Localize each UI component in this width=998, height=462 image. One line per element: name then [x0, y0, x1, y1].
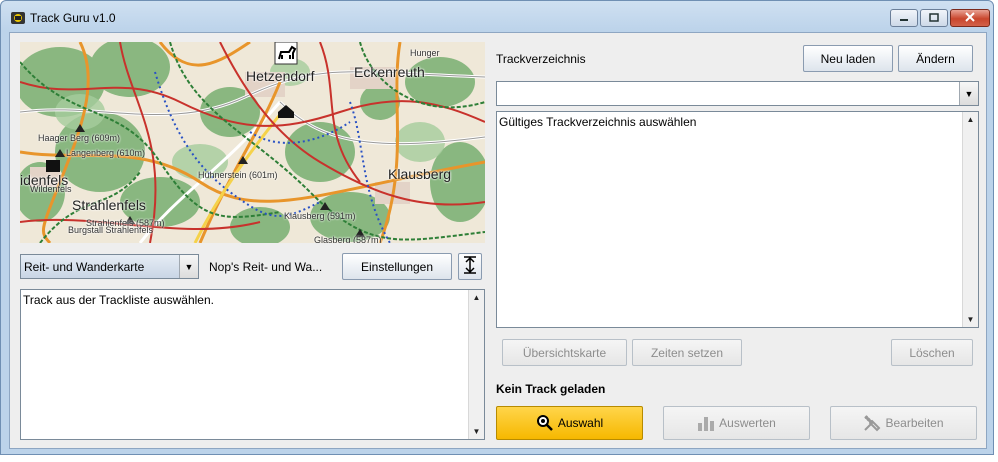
map-label-eckenreuth: Eckenreuth	[354, 64, 425, 80]
set-times-button[interactable]: Zeiten setzen	[632, 339, 742, 366]
overview-map-button[interactable]: Übersichtskarte	[502, 339, 627, 366]
delete-button[interactable]: Löschen	[891, 339, 973, 366]
map-label-haager-berg: Haager Berg (609m)	[38, 133, 121, 143]
track-list-message: Gültiges Trackverzeichnis auswählen	[499, 115, 697, 129]
track-list[interactable]: Gültiges Trackverzeichnis auswählen ▲ ▼	[496, 111, 979, 328]
minimize-button[interactable]	[890, 9, 918, 27]
map-view[interactable]: Hetzendorf Eckenreuth Hunger Haager Berg…	[20, 42, 485, 243]
map-label-langenberg: Langenberg (610m)	[66, 148, 146, 158]
map-type-value: Reit- und Wanderkarte	[24, 260, 145, 274]
map-label-klausberg: Klausberg	[388, 166, 452, 182]
edit-button-label: Bearbeiten	[885, 416, 944, 430]
resize-vertical-icon	[463, 256, 477, 277]
scroll-up-icon[interactable]: ▲	[963, 112, 978, 127]
map-label-huehnerstein: Hühnerstein (601m)	[198, 170, 278, 180]
app-icon	[10, 10, 26, 26]
map-label-klausberg-peak: Klausberg (591m)	[284, 211, 356, 221]
evaluate-button-label: Auswerten	[719, 416, 776, 430]
track-status: Kein Track geladen	[496, 382, 606, 396]
bar-chart-icon	[697, 414, 715, 432]
chevron-down-icon: ▼	[959, 82, 978, 105]
close-button[interactable]	[950, 9, 990, 27]
app-window: Track Guru v1.0 Hetzendorf Eckenreuth Hu…	[0, 0, 994, 455]
info-scrollbar[interactable]: ▲ ▼	[468, 290, 484, 439]
reload-button[interactable]: Neu laden	[803, 45, 893, 72]
scroll-down-icon[interactable]: ▼	[469, 424, 484, 439]
titlebar[interactable]: Track Guru v1.0	[1, 1, 993, 33]
client-area: Hetzendorf Eckenreuth Hunger Haager Berg…	[9, 32, 987, 449]
chevron-down-icon: ▼	[179, 255, 198, 278]
scroll-up-icon[interactable]: ▲	[469, 290, 484, 305]
change-button[interactable]: Ändern	[898, 45, 973, 72]
map-label-hunger: Hunger	[410, 48, 440, 58]
search-icon	[536, 414, 554, 432]
map-source-label: Nop's Reit- und Wa...	[209, 260, 323, 274]
track-directory-label: Trackverzeichnis	[496, 52, 586, 66]
map-label-glasberg: Glasberg (587m)	[314, 235, 382, 243]
settings-button[interactable]: Einstellungen	[342, 253, 452, 280]
select-button-label: Auswahl	[557, 416, 604, 430]
track-info-text: Track aus der Trackliste auswählen.	[23, 293, 214, 307]
maximize-button[interactable]	[920, 9, 948, 27]
map-label-wildenfels: Wildenfels	[30, 184, 72, 194]
maximize-icon	[929, 11, 939, 25]
map-label-burgstall: Burgstall Strahlenfels	[68, 225, 154, 235]
edit-button[interactable]: Bearbeiten	[830, 406, 977, 440]
track-directory-select[interactable]: ▼	[496, 81, 979, 106]
window-title: Track Guru v1.0	[30, 11, 116, 25]
track-list-scrollbar[interactable]: ▲ ▼	[962, 112, 978, 327]
close-icon	[965, 11, 975, 25]
track-info-area[interactable]: Track aus der Trackliste auswählen. ▲ ▼	[20, 289, 485, 440]
map-label-strahlenfels: Strahlenfels	[72, 197, 146, 213]
map-label-hetzendorf: Hetzendorf	[246, 68, 315, 84]
scroll-down-icon[interactable]: ▼	[963, 312, 978, 327]
select-button[interactable]: Auswahl	[496, 406, 643, 440]
minimize-icon	[899, 11, 909, 25]
evaluate-button[interactable]: Auswerten	[663, 406, 810, 440]
tools-icon	[863, 414, 881, 432]
expand-button[interactable]	[458, 253, 482, 280]
map-type-select[interactable]: Reit- und Wanderkarte ▼	[20, 254, 199, 279]
